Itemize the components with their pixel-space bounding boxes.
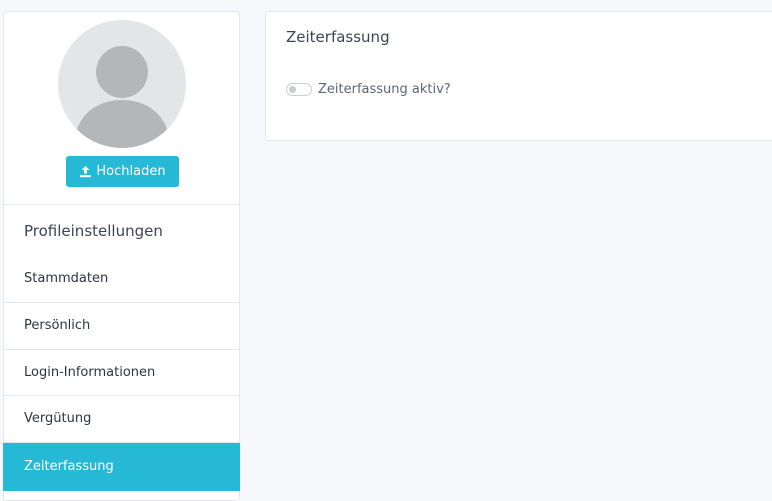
sidebar-item-label: Zeiterfassung: [24, 459, 114, 474]
toggle-row: Zeiterfassung aktiv?: [286, 82, 451, 97]
sidebar-item-label: Login-Informationen: [24, 364, 156, 380]
sidebar-item-label: Persönlich: [24, 318, 91, 334]
sidebar-item-stammdaten[interactable]: Stammdaten: [4, 255, 239, 303]
sidebar-item-login-informationen[interactable]: Login-Informationen: [4, 350, 239, 396]
sidebar-item-zeiterfassung[interactable]: Zeiterfassung: [3, 442, 240, 491]
sidebar-item-label: Stammdaten: [24, 271, 109, 286]
toggle-knob: [289, 86, 296, 93]
upload-button-label: Hochladen: [96, 164, 166, 179]
avatar: [58, 20, 186, 148]
toggle-label: Zeiterfassung aktiv?: [318, 82, 451, 97]
user-silhouette-icon: [74, 46, 170, 148]
upload-icon: [80, 166, 92, 178]
card-title: Zeiterfassung: [286, 28, 390, 46]
upload-photo-button[interactable]: Hochladen: [66, 156, 179, 187]
zeiterfassung-toggle[interactable]: [286, 83, 312, 96]
profile-photo-block: Hochladen: [4, 12, 239, 205]
profile-sidebar: Hochladen Profileinstellungen Stammdaten…: [3, 11, 240, 501]
sidebar-item-persoenlich[interactable]: Persönlich: [4, 303, 239, 350]
sidebar-item-verguetung[interactable]: Vergütung: [4, 396, 239, 443]
sidebar-item-label: Vergütung: [24, 411, 92, 427]
section-title: Profileinstellungen: [24, 222, 163, 240]
zeiterfassung-card: Zeiterfassung Zeiterfassung aktiv?: [265, 11, 772, 141]
